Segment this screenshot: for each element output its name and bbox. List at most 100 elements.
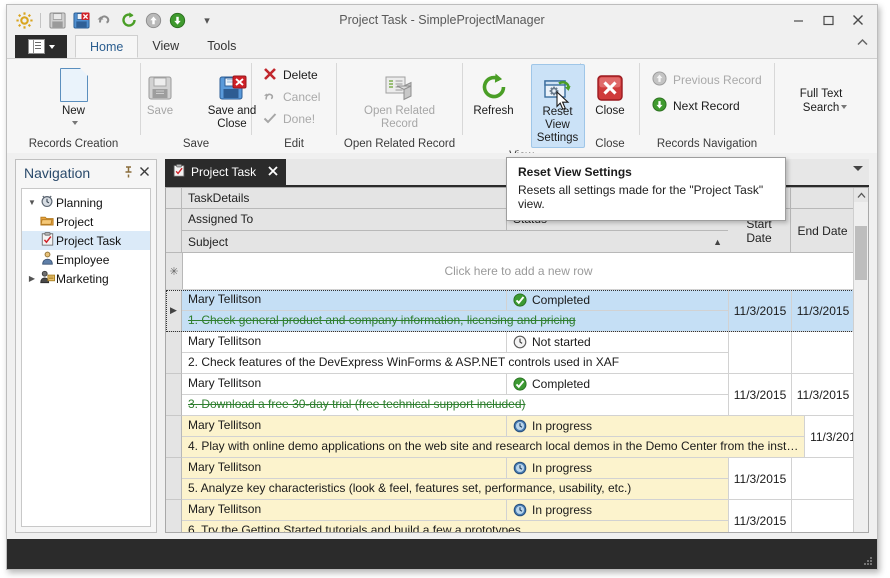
cell-assigned-to[interactable]: Mary Tellitson (182, 374, 507, 395)
new-button[interactable]: New (39, 64, 109, 127)
cell-start-date[interactable]: 11/3/2015 (728, 374, 791, 416)
previous-record-label: Previous Record (673, 73, 762, 87)
cell-start-date[interactable]: 11/3/2015 (728, 458, 791, 500)
ribbon: New Records Creation Save Save and Close… (7, 59, 877, 162)
window-title: Project Task - SimpleProjectManager (339, 13, 545, 27)
cell-start-date[interactable]: 11/3/2015 (728, 290, 791, 332)
table-row[interactable]: Mary Tellitson In progress 6. Try the Gett… (166, 500, 868, 532)
row-top-line: Mary Tellitson Not started (182, 332, 728, 353)
tooltip-title: Reset View Settings (518, 165, 632, 179)
cell-subject[interactable]: 3. Download a free 30-day trial (free te… (182, 395, 728, 416)
pin-icon[interactable] (120, 165, 136, 181)
row-cells: Mary Tellitson In progress 4. Play with on… (182, 416, 868, 458)
cell-status[interactable]: Completed (507, 374, 728, 395)
cell-assigned-to[interactable]: Mary Tellitson (182, 416, 507, 437)
row-indicator[interactable] (166, 500, 182, 532)
scroll-up-arrow-icon[interactable] (854, 188, 868, 202)
cell-start-date[interactable]: 11/3/2015 (728, 500, 791, 532)
cell-assigned-to[interactable]: Mary Tellitson (182, 500, 507, 521)
column-header-end-date[interactable]: End Date (791, 209, 854, 253)
chevron-down-icon[interactable] (841, 104, 847, 109)
cell-end-date[interactable]: 11/3/2015 (791, 374, 854, 416)
cell-subject[interactable]: 4. Play with online demo applications on… (182, 437, 805, 458)
save-and-close-button-label: Save and Close (207, 105, 257, 130)
close-record-button[interactable]: Close (575, 64, 645, 120)
full-text-search-button[interactable]: Full Text Search (775, 60, 867, 136)
cell-status-label: Not started (532, 335, 591, 349)
cell-assigned-to[interactable]: Mary Tellitson (182, 458, 507, 479)
cell-status[interactable]: In progress (507, 500, 728, 521)
cell-status-label: In progress (532, 461, 593, 475)
delete-button[interactable]: Delete (257, 64, 324, 86)
cancel-button: Cancel (257, 86, 326, 108)
sidebar-item-planning[interactable]: ▼ Planning (22, 193, 150, 212)
expander-icon[interactable]: ▶ (26, 274, 38, 283)
cell-status-label: Completed (532, 377, 591, 391)
document-tab-project-task[interactable]: Project Task (165, 159, 287, 185)
cell-start-date[interactable] (728, 332, 791, 374)
cell-assigned-to[interactable]: Mary Tellitson (182, 290, 507, 311)
cell-status[interactable]: Completed (507, 290, 728, 311)
sidebar-item-project[interactable]: Project (22, 212, 150, 231)
refresh-button[interactable]: Refresh (459, 64, 529, 120)
cell-subject[interactable]: 5. Analyze key characteristics (look & f… (182, 479, 728, 500)
close-icon[interactable] (268, 165, 278, 179)
group-label-edit: Edit (284, 138, 304, 150)
table-row[interactable]: Mary Tellitson In progress 4. Play with on… (166, 416, 868, 458)
cell-end-date[interactable] (791, 332, 854, 374)
application-menu-button[interactable] (15, 35, 67, 58)
table-row[interactable]: Mary Tellitson Completed 3. Download a fre… (166, 374, 868, 416)
ribbon-tabs: Home View Tools (75, 35, 250, 58)
row-top-line: Mary Tellitson In progress (182, 500, 728, 521)
row-indicator[interactable] (166, 374, 182, 416)
close-button[interactable] (843, 9, 873, 31)
completed-green-check-icon (513, 377, 527, 391)
mouse-cursor (556, 90, 570, 111)
maximize-button[interactable] (813, 9, 843, 31)
table-row[interactable]: Mary Tellitson In progress 5. Analyze key … (166, 458, 868, 500)
cell-end-date[interactable] (791, 458, 854, 500)
grid-new-row[interactable]: ✳ Click here to add a new row (166, 253, 868, 290)
sidebar-item-project-task[interactable]: Project Task (22, 231, 150, 250)
collapse-ribbon-button[interactable] (856, 38, 869, 50)
cell-status[interactable]: Not started (507, 332, 728, 353)
sidebar-item-label: Employee (56, 252, 110, 267)
table-row[interactable]: Mary Tellitson Not started 2. Check featur… (166, 332, 868, 374)
row-indicator[interactable] (166, 458, 182, 500)
cell-assigned-to[interactable]: Mary Tellitson (182, 332, 507, 353)
column-header-subject[interactable]: Subject ▲ (182, 231, 728, 253)
tab-home[interactable]: Home (75, 35, 139, 58)
row-cells: Mary Tellitson Completed 1. Check general … (182, 290, 854, 332)
sidebar-item-marketing[interactable]: ▶ Marketing (22, 269, 150, 288)
save-button: Save (125, 64, 195, 120)
tab-view[interactable]: View (138, 35, 193, 58)
done-button-label: Done! (283, 112, 316, 126)
sidebar-item-employee[interactable]: Employee (22, 250, 150, 269)
document-tab-menu-icon[interactable] (853, 166, 863, 171)
scrollbar-thumb[interactable] (855, 226, 867, 280)
chevron-down-icon[interactable] (72, 121, 78, 125)
checkmark-icon (263, 111, 277, 128)
grid-vertical-scrollbar[interactable] (853, 188, 868, 532)
cell-status[interactable]: In progress (507, 458, 728, 479)
column-header-assigned-to[interactable]: Assigned To (182, 209, 507, 231)
title-bar: ▾ Project Task - SimpleProjectManager (7, 5, 877, 35)
tab-tools[interactable]: Tools (193, 35, 250, 58)
row-indicator[interactable] (166, 332, 182, 374)
resize-grip[interactable] (863, 556, 873, 566)
row-indicator[interactable] (166, 416, 182, 458)
cell-subject[interactable]: 6. Try the Getting Started tutorials and… (182, 521, 728, 532)
close-icon[interactable] (136, 166, 152, 180)
cell-subject[interactable]: 1. Check general product and company inf… (182, 311, 728, 332)
minimize-button[interactable] (783, 9, 813, 31)
cell-end-date[interactable]: 11/3/2015 (791, 290, 854, 332)
cell-status[interactable]: In progress (507, 416, 805, 437)
table-row[interactable]: ▶ Mary Tellitson Completed 1. Check general… (166, 290, 868, 332)
cell-end-date[interactable] (791, 500, 854, 532)
folder-icon (38, 214, 56, 230)
row-indicator[interactable]: ▶ (166, 290, 182, 332)
cell-subject[interactable]: 2. Check features of the DevExpress WinF… (182, 353, 728, 374)
next-record-button[interactable]: Next Record (646, 95, 746, 117)
expander-icon[interactable]: ▼ (26, 198, 38, 207)
ribbon-group-records-creation: New Records Creation (7, 59, 140, 153)
